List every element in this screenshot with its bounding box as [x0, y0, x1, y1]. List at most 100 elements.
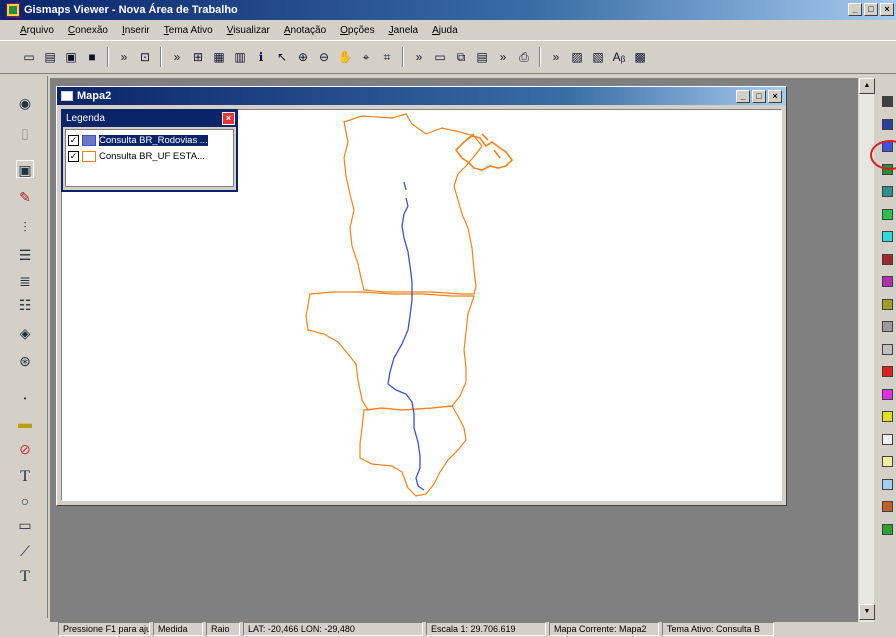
chevrons-icon[interactable]: »: [547, 48, 565, 66]
label-icon[interactable]: Aᵦ: [610, 48, 628, 66]
map-document-icon: [61, 91, 73, 101]
menu-janela[interactable]: Janela: [389, 25, 418, 36]
palette-swatch[interactable]: [882, 298, 893, 310]
new-window-icon[interactable]: ▭: [431, 48, 449, 66]
3d-icon[interactable]: ◈: [16, 324, 34, 342]
radius-icon[interactable]: ⊘: [16, 440, 34, 458]
save-icon[interactable]: ▣: [62, 48, 80, 66]
highway-br-north[interactable]: [403, 181, 407, 191]
chart-icon[interactable]: ⫶: [16, 218, 34, 236]
print-preview-icon[interactable]: ⎙: [515, 48, 533, 66]
menu-opcoes[interactable]: Opções: [340, 25, 374, 36]
info-icon[interactable]: ℹ: [252, 48, 270, 66]
layer-disabled-icon: ▯: [21, 125, 29, 141]
tile-window-icon[interactable]: ⧉: [452, 48, 470, 66]
edit-icon[interactable]: ✎: [16, 188, 34, 206]
text-abc-icon[interactable]: ▤: [473, 48, 491, 66]
palette-swatch[interactable]: [882, 343, 893, 355]
measure-icon[interactable]: ▨: [568, 48, 586, 66]
legend-close-icon[interactable]: ×: [222, 112, 235, 125]
legend-item-uf-estados[interactable]: ✓ Consulta BR_UF ESTA...: [68, 148, 231, 164]
status-scale: Escala 1: 29.706.619: [426, 621, 546, 636]
bar-chart-icon[interactable]: ☰: [16, 246, 34, 264]
menu-inserir[interactable]: Inserir: [122, 25, 150, 36]
palette-swatch[interactable]: [882, 276, 893, 287]
checkbox-rodovias[interactable]: ✓: [68, 134, 79, 146]
ruler-icon[interactable]: ▬: [16, 414, 34, 432]
highway-br[interactable]: [387, 197, 425, 491]
palette-swatch[interactable]: [882, 478, 893, 490]
palette-swatch[interactable]: [882, 433, 893, 445]
maximize-button[interactable]: □: [864, 3, 878, 16]
chevrons-icon[interactable]: »: [168, 48, 186, 66]
map-maximize-button[interactable]: □: [752, 90, 766, 103]
select-icon[interactable]: ▧: [589, 48, 607, 66]
menu-ajuda[interactable]: Ajuda: [432, 25, 458, 36]
stats-icon[interactable]: ☷: [16, 296, 34, 314]
layout-icon[interactable]: ▥: [231, 48, 249, 66]
print-icon[interactable]: ■: [83, 48, 101, 66]
palette-swatch[interactable]: [882, 501, 893, 512]
menu-conexao[interactable]: Conexão: [68, 25, 108, 36]
menu-anotacao[interactable]: Anotação: [284, 25, 326, 36]
minimize-button[interactable]: _: [848, 3, 862, 16]
map-window: Mapa2 _ □ × Legenda × ✓ Consulta BR_Rodo…: [56, 86, 787, 506]
table-icon[interactable]: ▦: [210, 48, 228, 66]
chevrons-icon[interactable]: »: [494, 48, 512, 66]
pointer-icon[interactable]: ↖: [273, 48, 291, 66]
legend-item-rodovias[interactable]: ✓ Consulta BR_Rodovias ...: [68, 132, 231, 148]
scroll-down-icon[interactable]: ▼: [859, 604, 875, 620]
layer-select-icon[interactable]: ▣: [16, 160, 34, 178]
classify-icon[interactable]: ≣: [16, 272, 34, 290]
palette-swatch[interactable]: [882, 456, 893, 467]
zoom-in-icon[interactable]: ⊕: [294, 48, 312, 66]
new-map-icon[interactable]: ▭: [20, 48, 38, 66]
state-border-middle[interactable]: [305, 291, 475, 411]
map-minimize-button[interactable]: _: [736, 90, 750, 103]
line-tool-icon[interactable]: ⟋: [16, 542, 34, 560]
circle-tool-icon[interactable]: ○: [16, 492, 34, 510]
zoom-out-icon[interactable]: ⊖: [315, 48, 333, 66]
checkbox-uf-estados[interactable]: ✓: [68, 150, 79, 162]
palette-swatch[interactable]: [882, 118, 893, 130]
pan-icon[interactable]: ✋: [336, 48, 354, 66]
full-extent-icon[interactable]: ⌖: [357, 48, 375, 66]
palette-swatch[interactable]: [882, 253, 893, 265]
close-button[interactable]: ×: [880, 3, 894, 16]
open-icon[interactable]: ▤: [41, 48, 59, 66]
map-close-button[interactable]: ×: [768, 90, 782, 103]
legend-panel[interactable]: Legenda × ✓ Consulta BR_Rodovias ... ✓ C…: [61, 109, 238, 192]
palette-swatch[interactable]: [882, 208, 893, 220]
grid-icon[interactable]: ⊞: [189, 48, 207, 66]
palette-swatch[interactable]: [882, 186, 893, 197]
zoom-layer-icon[interactable]: ⌗: [378, 48, 396, 66]
chevrons-icon[interactable]: »: [410, 48, 428, 66]
scroll-up-icon[interactable]: ▲: [859, 78, 875, 94]
line-swatch-icon: [82, 134, 96, 146]
menu-arquivo[interactable]: Arquivo: [20, 25, 54, 36]
search-map-icon[interactable]: ⊛: [16, 352, 34, 370]
state-border-south[interactable]: [359, 405, 467, 497]
globe-icon[interactable]: ◉: [16, 94, 34, 112]
insert-layer-icon[interactable]: ⊡: [136, 48, 154, 66]
palette-swatch[interactable]: [882, 366, 893, 377]
text-annotation-icon[interactable]: T: [16, 568, 34, 586]
palette-swatch[interactable]: [882, 96, 893, 107]
state-border-north[interactable]: [343, 113, 483, 295]
palette-swatch[interactable]: [882, 321, 893, 332]
chevrons-icon[interactable]: »: [115, 48, 133, 66]
palette-swatch[interactable]: [882, 523, 893, 535]
map-window-title-bar: Mapa2: [57, 87, 786, 105]
gismaps-app-icon: [6, 3, 20, 17]
dot-icon[interactable]: •: [16, 390, 34, 408]
query-icon[interactable]: ▩: [631, 48, 649, 66]
menu-tema-ativo[interactable]: Tema Ativo: [164, 25, 213, 36]
toolbar-separator: [160, 47, 162, 67]
palette-swatch[interactable]: [882, 388, 893, 400]
palette-swatch[interactable]: [882, 231, 893, 242]
text-tool-icon[interactable]: T: [16, 468, 34, 486]
rectangle-tool-icon[interactable]: ▭: [16, 516, 34, 534]
menu-visualizar[interactable]: Visualizar: [227, 25, 270, 36]
status-active-theme: Tema Ativo: Consulta B: [662, 621, 774, 636]
palette-swatch[interactable]: [882, 411, 893, 422]
